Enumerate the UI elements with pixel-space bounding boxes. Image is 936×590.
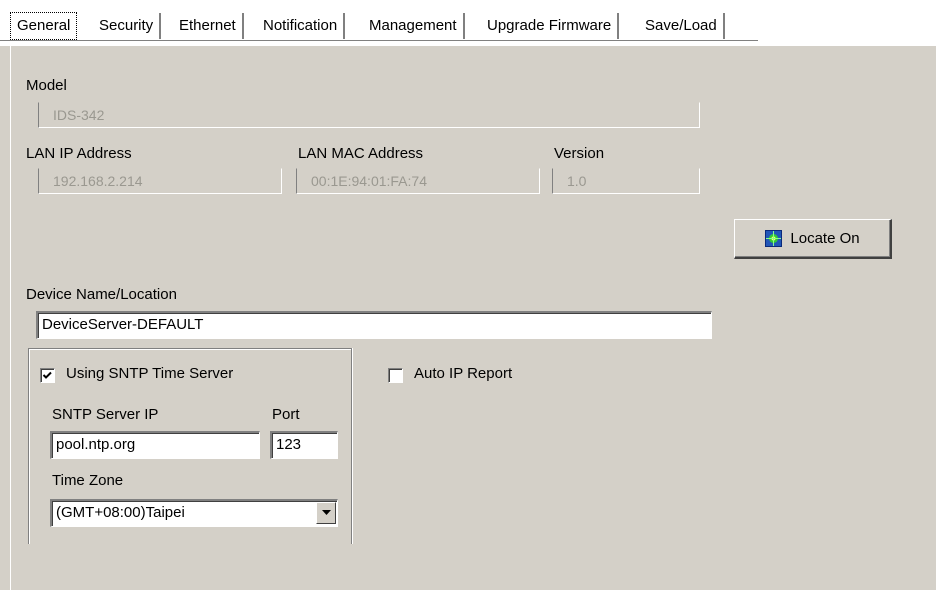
timezone-label: Time Zone — [52, 472, 124, 489]
version-field: 1.0 — [552, 168, 700, 194]
port-label: Port — [272, 406, 300, 423]
timezone-select[interactable]: (GMT+08:00)Taipei — [50, 499, 338, 527]
device-name-input[interactable]: DeviceServer-DEFAULT — [36, 311, 712, 339]
sntp-server-label: SNTP Server IP — [52, 406, 159, 423]
lan-mac-label: LAN MAC Address — [298, 145, 424, 162]
tab-divider-right — [758, 40, 936, 41]
lan-ip-field: 192.168.2.214 — [38, 168, 282, 194]
tab-upgrade-firmware[interactable]: Upgrade Firmware — [480, 13, 620, 39]
network-locate-icon — [765, 230, 783, 247]
timezone-dropdown-button[interactable] — [316, 502, 336, 524]
auto-ip-report-label: Auto IP Report — [414, 365, 513, 382]
model-label: Model — [26, 77, 67, 94]
auto-ip-report-checkbox[interactable] — [388, 368, 403, 383]
model-field: IDS-342 — [38, 102, 700, 128]
chevron-down-icon — [321, 510, 331, 515]
timezone-value: (GMT+08:00)Taipei — [56, 504, 185, 521]
tab-divider — [0, 40, 758, 41]
locate-on-button[interactable]: Locate On — [734, 219, 892, 259]
tab-notification[interactable]: Notification — [256, 13, 346, 39]
version-label: Version — [554, 145, 605, 162]
tab-general[interactable]: General — [10, 12, 78, 40]
sntp-server-input[interactable]: pool.ntp.org — [50, 431, 260, 459]
tab-save-load[interactable]: Save/Load — [638, 13, 725, 39]
device-name-label: Device Name/Location — [26, 286, 177, 303]
tab-ethernet[interactable]: Ethernet — [172, 13, 244, 39]
port-input[interactable]: 123 — [270, 431, 338, 459]
lan-ip-label: LAN IP Address — [26, 145, 132, 162]
tab-security[interactable]: Security — [92, 13, 162, 39]
locate-on-label: Locate On — [790, 230, 860, 247]
tab-strip: General Security Ethernet Notification M… — [0, 0, 936, 46]
lan-mac-field: 00:1E:94:01:FA:74 — [296, 168, 540, 194]
tab-management[interactable]: Management — [362, 13, 465, 39]
